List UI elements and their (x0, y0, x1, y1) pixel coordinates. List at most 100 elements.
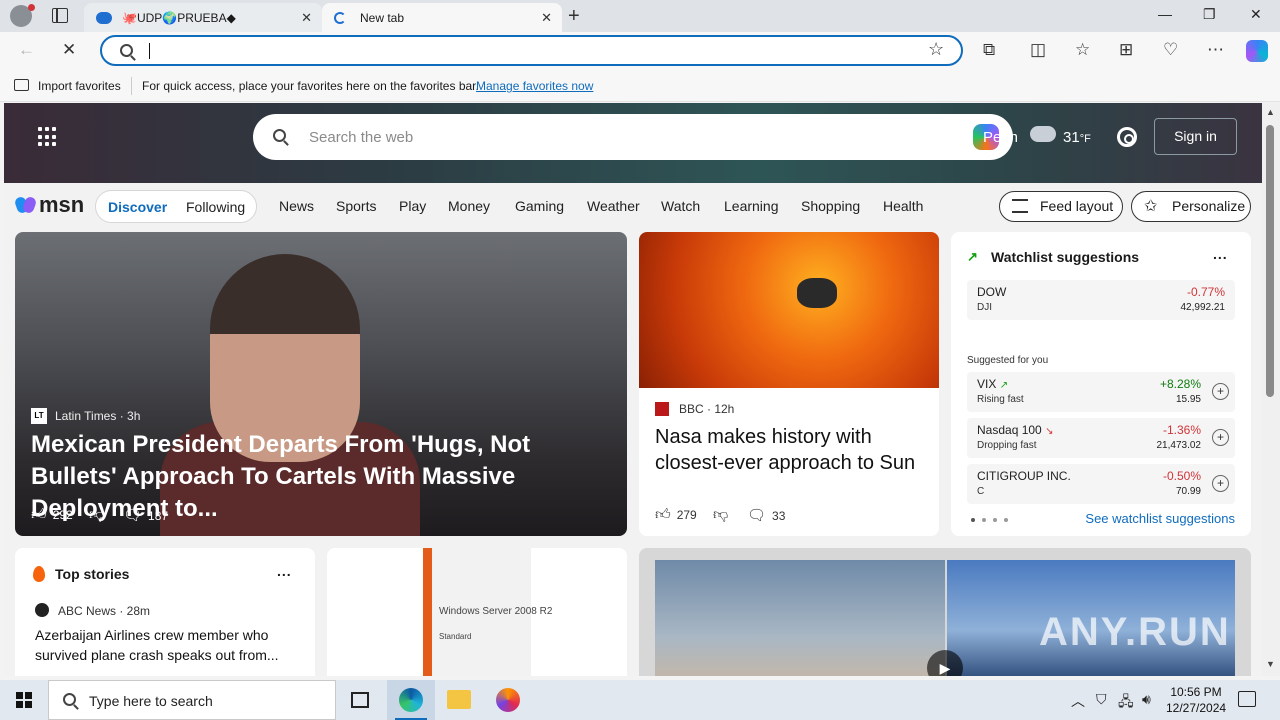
top-stories-title: Top stories (55, 566, 130, 582)
category-weather[interactable]: Weather (587, 198, 640, 214)
story-headline[interactable]: Azerbaijan Airlines crew member who surv… (35, 625, 300, 665)
temperature[interactable]: 31°F (1063, 129, 1091, 146)
close-tab-icon[interactable]: ✕ (301, 10, 312, 26)
apps-grid-icon[interactable] (38, 127, 58, 147)
close-window-button[interactable]: ✕ (1250, 6, 1262, 23)
tab-discover[interactable]: Discover (108, 199, 167, 215)
story-headline[interactable]: Mexican President Departs From 'Hugs, No… (31, 429, 616, 525)
browser-essentials-icon[interactable]: ♡ (1163, 40, 1178, 60)
favorite-star-icon[interactable]: ☆ (928, 39, 944, 60)
address-bar[interactable]: ☆ (100, 35, 963, 66)
tab-actions-icon[interactable] (52, 8, 68, 23)
taskbar-search-box[interactable]: Type here to search (48, 680, 336, 720)
video-frame-left (655, 560, 945, 676)
tab-udp-prueba[interactable]: 🐙UDP🌍PRUEBA◆ ✕ (84, 3, 322, 32)
stop-loading-button[interactable]: ✕ (62, 40, 76, 60)
stock-change: -0.77% (1186, 285, 1225, 299)
copilot-icon[interactable] (1246, 40, 1268, 62)
file-explorer-taskbar-button[interactable] (435, 680, 483, 720)
address-input[interactable] (148, 41, 908, 61)
story-image (639, 232, 939, 388)
extensions-icon[interactable]: ⧉ (983, 40, 995, 60)
web-search-box[interactable]: Search the web (253, 114, 1013, 160)
watchlist-row-dow[interactable]: DOW DJI -0.77% 42,992.21 (967, 280, 1235, 320)
add-to-watchlist-button[interactable]: + (1212, 475, 1229, 492)
thumbs-down-icon: 👎︎ (713, 506, 729, 523)
dislike-button[interactable]: 👎︎ (89, 506, 110, 524)
comments-button[interactable]: 🗨 187 (123, 506, 168, 524)
task-view-button[interactable] (336, 680, 384, 720)
like-button[interactable]: 👍︎ 292 (31, 506, 73, 524)
back-button[interactable]: ← (18, 40, 35, 60)
category-sports[interactable]: Sports (336, 198, 376, 214)
manage-favorites-link[interactable]: Manage favorites now (476, 79, 593, 93)
category-health[interactable]: Health (883, 198, 923, 214)
restore-button[interactable]: ❐ (1203, 6, 1216, 23)
start-button[interactable] (16, 692, 32, 708)
stock-change: -1.36% (1162, 423, 1201, 437)
notifications-icon[interactable] (1238, 691, 1256, 707)
watchlist-row-vix[interactable]: VIX ↗ Rising fast +8.28% 15.95 + (967, 372, 1235, 412)
personalize-button[interactable]: ✩ Personalize (1131, 191, 1251, 222)
show-hidden-icons-chevron-icon[interactable]: ︿ (1071, 691, 1085, 711)
windows-server-card[interactable]: Windows Server 2008 R2 Standard (327, 548, 627, 676)
msn-wordmark: msn (39, 192, 85, 217)
security-icon[interactable]: ⛉ (1096, 691, 1107, 708)
category-gaming[interactable]: Gaming (515, 198, 564, 214)
add-to-watchlist-button[interactable]: + (1212, 383, 1229, 400)
watchlist-row-nasdaq[interactable]: Nasdaq 100 ↘ Dropping fast -1.36% 21,473… (967, 418, 1235, 458)
import-favorites-button[interactable]: Import favorites (38, 79, 121, 93)
comments-button[interactable]: 🗨 33 (747, 506, 785, 524)
more-options-button[interactable]: ... (1213, 246, 1228, 262)
scroll-up-arrow-icon[interactable]: ▲ (1266, 107, 1275, 117)
import-icon (14, 79, 29, 91)
feed-layout-button[interactable]: Feed layout (999, 191, 1123, 222)
collections-icon[interactable]: ⊞ (1119, 40, 1133, 60)
story-headline[interactable]: Nasa makes history with closest-ever app… (655, 424, 930, 476)
minimize-button[interactable]: — (1158, 6, 1172, 22)
category-learning[interactable]: Learning (724, 198, 779, 214)
sun-story-card[interactable]: BBC · 12h Nasa makes history with closes… (639, 232, 939, 536)
tab-new-tab[interactable]: New tab ✕ (322, 3, 562, 32)
system-clock[interactable]: 10:56 PM 12/27/2024 (1166, 684, 1226, 716)
close-tab-icon[interactable]: ✕ (541, 10, 552, 26)
scrollbar-thumb[interactable] (1266, 125, 1274, 397)
category-play[interactable]: Play (399, 198, 426, 214)
stock-symbol: DOW (977, 285, 1007, 299)
tab-following[interactable]: Following (186, 199, 245, 215)
more-options-button[interactable]: ... (277, 563, 292, 579)
like-button[interactable]: 👍︎ 279 (655, 506, 697, 524)
video-card[interactable]: ▶ ANY.RUN (639, 548, 1251, 676)
volume-icon[interactable]: 🔊︎ (1142, 691, 1151, 708)
scroll-down-arrow-icon[interactable]: ▼ (1266, 659, 1275, 669)
see-watchlist-link[interactable]: See watchlist suggestions (1085, 511, 1235, 526)
product-label: Windows Server 2008 R2 (439, 606, 553, 617)
story-image-hair (210, 254, 360, 334)
sign-in-button[interactable]: Sign in (1154, 118, 1237, 155)
dislike-button[interactable]: 👎︎ (713, 506, 734, 524)
clock-time: 10:56 PM (1170, 685, 1222, 699)
settings-gear-icon[interactable] (1117, 127, 1137, 147)
stock-value: 70.99 (1175, 486, 1201, 497)
vertical-scrollbar[interactable]: ▲ ▼ (1262, 103, 1280, 676)
carousel-dots[interactable] (971, 518, 1008, 522)
new-tab-button[interactable]: + (568, 5, 580, 28)
firefox-taskbar-button[interactable] (484, 680, 532, 720)
thumbs-down-icon: 👎︎ (89, 506, 105, 523)
favorites-icon[interactable]: ☆ (1075, 40, 1090, 60)
category-shopping[interactable]: Shopping (801, 198, 860, 214)
split-screen-icon[interactable]: ◫ (1030, 40, 1046, 60)
watchlist-row-citigroup[interactable]: CITIGROUP INC. C -0.50% 70.99 + (967, 464, 1235, 504)
edge-taskbar-button[interactable] (387, 680, 435, 720)
category-news[interactable]: News (279, 198, 314, 214)
msn-logo[interactable]: msn (16, 192, 84, 218)
lead-story-card[interactable]: LT Latin Times · 3h Mexican President De… (15, 232, 627, 536)
category-watch[interactable]: Watch (661, 198, 700, 214)
location-label[interactable]: Perin (983, 129, 1018, 146)
more-menu-icon[interactable]: ⋯ (1207, 40, 1224, 60)
network-icon[interactable]: 🖧 (1118, 691, 1134, 715)
latin-times-logo-icon: LT (31, 408, 47, 424)
category-money[interactable]: Money (448, 198, 490, 214)
add-to-watchlist-button[interactable]: + (1212, 429, 1229, 446)
taskbar-search-placeholder: Type here to search (89, 693, 213, 709)
